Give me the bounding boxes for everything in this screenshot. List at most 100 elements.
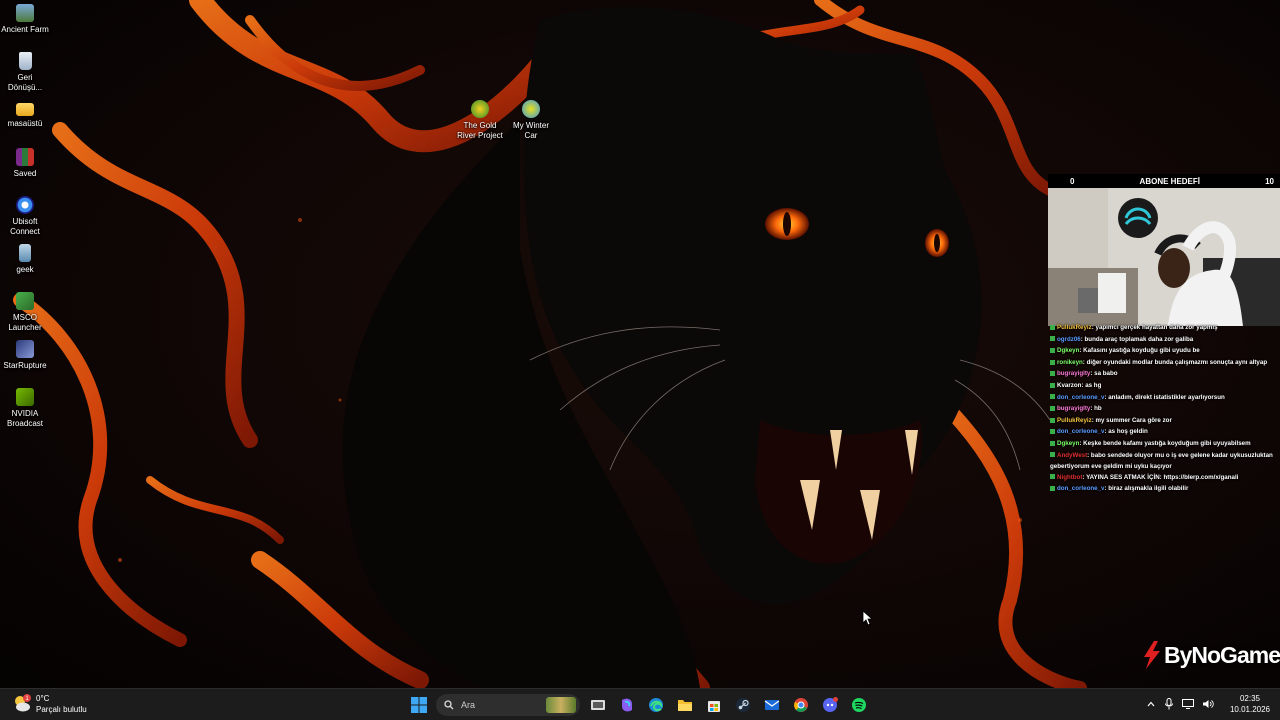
chat-badge-icon — [1050, 452, 1055, 458]
chat-text: : yapımcı gerçek hayattan daha zor yapmı… — [1091, 324, 1218, 331]
taskbar: 1 0°C Parçalı bulutlu Ara 02:35 10.01.20… — [0, 688, 1280, 720]
chat-badge-icon — [1050, 324, 1055, 330]
taskbar-spotify[interactable] — [849, 695, 869, 715]
desktop-icon-recycle-bin[interactable]: Geri Dönüşü... — [0, 52, 54, 93]
chat-text: : anladım, direkt istatistikler ayarlıyo… — [1104, 393, 1225, 401]
desktop-icon-my-winter-car[interactable]: My Winter Car — [502, 100, 560, 141]
chat-text: : hb — [1090, 405, 1102, 413]
chat-username: Kvarzon — [1057, 381, 1082, 389]
desktop-icon-label: masaüstü — [7, 119, 43, 128]
ubisoft-icon — [16, 196, 34, 214]
chat-message: bugrayiglty: sa babo — [1050, 368, 1280, 380]
start-button[interactable] — [409, 695, 429, 715]
stream-chat: PullukReyiz : yapımcı gerçek hayattan dah… — [1050, 322, 1280, 510]
chat-username: don_corleone_v — [1057, 393, 1105, 401]
chat-username: ogrdz06 — [1057, 335, 1081, 343]
copilot-icon — [622, 698, 632, 712]
cloudy-weather-icon: 1 — [15, 694, 31, 712]
taskbar-steam[interactable] — [733, 695, 753, 715]
chat-text: : diğer oyundaki modlar bunda çalışmazmı… — [1082, 358, 1268, 366]
desktop-icon-label: The Gold River Project — [457, 121, 503, 140]
display-network-icon[interactable] — [1182, 699, 1194, 709]
desktop-icon-starrupture[interactable]: StarRupture — [0, 340, 54, 371]
chat-text: : as hoş geldin — [1104, 428, 1148, 436]
chat-username: ronikeyn — [1057, 358, 1083, 366]
starrupture-icon — [16, 340, 34, 358]
taskbar-search[interactable]: Ara — [436, 694, 580, 716]
desktop-icon-nvidia-broadcast[interactable]: NVIDIA Broadcast — [0, 388, 54, 429]
nvidia-icon — [16, 388, 34, 406]
clock-time: 02:35 — [1239, 694, 1261, 703]
desktop-icon-geek[interactable]: geek — [0, 244, 54, 275]
chat-badge-icon — [1050, 336, 1055, 342]
chrome-icon — [794, 698, 808, 712]
chat-username: don_corleone_v — [1057, 428, 1105, 436]
desktop-icon-ubisoft[interactable]: Ubisoft Connect — [0, 196, 54, 237]
chat-message: PullukReyiz: my summer Cara göre zor — [1050, 415, 1280, 427]
goal-target: 10 — [1265, 176, 1274, 186]
desktop-icon-msco-launcher[interactable]: MSCO Launcher — [0, 292, 54, 333]
chat-text: : YAYINA SES ATMAK İÇİN: https://blerp.c… — [1082, 473, 1239, 481]
gold-river-icon — [471, 100, 489, 118]
chat-username: Dgkeyn — [1057, 347, 1080, 355]
file-explorer-icon — [678, 700, 692, 711]
desktop-icon-label: MSCO Launcher — [8, 313, 42, 332]
chat-text: : sa babo — [1090, 370, 1118, 378]
edge-icon — [649, 698, 663, 712]
steam-icon — [736, 698, 750, 712]
mouse-cursor-icon — [862, 610, 874, 626]
chat-badge-icon — [1050, 359, 1055, 365]
taskbar-edge[interactable] — [646, 695, 666, 715]
chat-text: : as hg — [1081, 381, 1102, 389]
chat-badge-icon — [1050, 417, 1055, 423]
taskbar-chrome[interactable] — [791, 695, 811, 715]
weather-widget[interactable]: 1 0°C Parçalı bulutlu — [12, 693, 87, 715]
chat-message: don_corleone_v: as hoş geldin — [1050, 426, 1280, 438]
taskbar-discord[interactable] — [820, 695, 840, 715]
brand-logo: ByNoGame — [1140, 640, 1280, 670]
chat-badge-icon — [1050, 406, 1055, 412]
microphone-icon[interactable] — [1164, 698, 1174, 710]
store-icon — [708, 701, 720, 712]
taskbar-task-view[interactable] — [588, 695, 608, 715]
taskbar-store[interactable] — [704, 695, 724, 715]
chat-username: PullukReyiz — [1057, 416, 1092, 424]
desktop-icon-masaustu[interactable]: masaüstü — [0, 100, 54, 129]
chat-badge-icon — [1050, 371, 1055, 377]
search-icon — [444, 700, 454, 710]
desktop-icon-label: Saved — [13, 169, 37, 178]
task-view-icon — [591, 700, 605, 710]
search-highlight-image — [546, 697, 576, 713]
chat-message: bugrayiglty: hb — [1050, 403, 1280, 415]
chat-badge-icon — [1050, 474, 1055, 480]
chat-message: don_corleone_v: anladım, direkt istatist… — [1050, 392, 1280, 404]
windows-logo-icon — [411, 697, 427, 713]
desktop-icon-ancient-farm[interactable]: Ancient Farm — [0, 4, 54, 35]
webcam-feed — [1048, 188, 1280, 326]
winrar-archive-icon — [16, 148, 34, 166]
recycle-bin-icon — [18, 52, 32, 70]
chat-badge-icon — [1050, 382, 1055, 388]
chat-message: ogrdz06: bunda araç toplamak daha zor ga… — [1050, 334, 1280, 346]
chat-badge-icon — [1050, 348, 1055, 354]
chat-message: Dgkeyn: Keşke bende kafamı yastığa koydu… — [1050, 438, 1280, 450]
taskbar-clock[interactable]: 02:35 10.01.2026 — [1222, 693, 1278, 715]
volume-icon[interactable] — [1202, 699, 1214, 709]
chat-message: Dgkeyn: Kafasını yastığa koyduğu gibi uy… — [1050, 345, 1280, 357]
system-tray — [1146, 698, 1214, 710]
desktop-icon-label: Ubisoft Connect — [10, 217, 40, 236]
chat-badge-icon — [1050, 485, 1055, 491]
desktop-icon-saved[interactable]: Saved — [0, 148, 54, 179]
taskbar-file-explorer[interactable] — [675, 695, 695, 715]
chat-badge-icon — [1050, 394, 1055, 400]
chat-badge-icon — [1050, 429, 1055, 435]
weather-temp: 0°C — [36, 694, 50, 703]
desktop-icon-gold-river[interactable]: The Gold River Project — [451, 100, 509, 141]
desktop-icon-label: geek — [16, 265, 34, 274]
brand-text: ByNoGame — [1164, 641, 1280, 668]
clock-date: 10.01.2026 — [1229, 705, 1271, 714]
chat-username: don_corleone_v — [1057, 485, 1105, 493]
taskbar-copilot[interactable] — [617, 695, 637, 715]
chevron-up-icon[interactable] — [1146, 699, 1156, 709]
taskbar-mail[interactable] — [762, 695, 782, 715]
